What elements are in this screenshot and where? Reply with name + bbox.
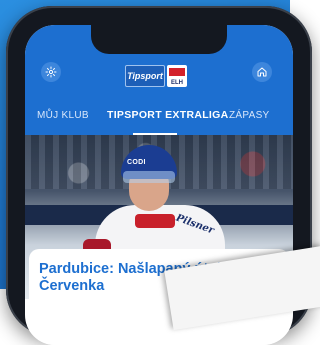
phone-notch (91, 24, 227, 54)
tipsport-logo: Tipsport (125, 65, 165, 87)
tab-matches[interactable]: ZÁPASY (229, 110, 270, 121)
badge-stripe (169, 68, 185, 76)
elh-badge: ELH (167, 65, 187, 87)
tab-tipsport-extraliga[interactable]: TIPSPORT EXTRALIGA (107, 109, 229, 121)
helmet-sponsor-text: CODI (127, 159, 146, 166)
app-logo[interactable]: Tipsport ELH (125, 65, 187, 87)
badge-text: ELH (171, 80, 183, 86)
gear-icon (45, 66, 57, 78)
settings-button[interactable] (41, 62, 61, 82)
home-button[interactable] (252, 62, 272, 82)
logo-text: Tipsport (127, 71, 163, 81)
player-visor (123, 171, 175, 183)
tab-my-club[interactable]: MŮJ KLUB (37, 110, 89, 121)
main-nav: MŮJ KLUB TIPSPORT EXTRALIGA ZÁPASY (25, 97, 293, 133)
jersey-stripe (135, 214, 175, 228)
active-tab-indicator (133, 133, 177, 135)
home-icon (257, 67, 267, 77)
